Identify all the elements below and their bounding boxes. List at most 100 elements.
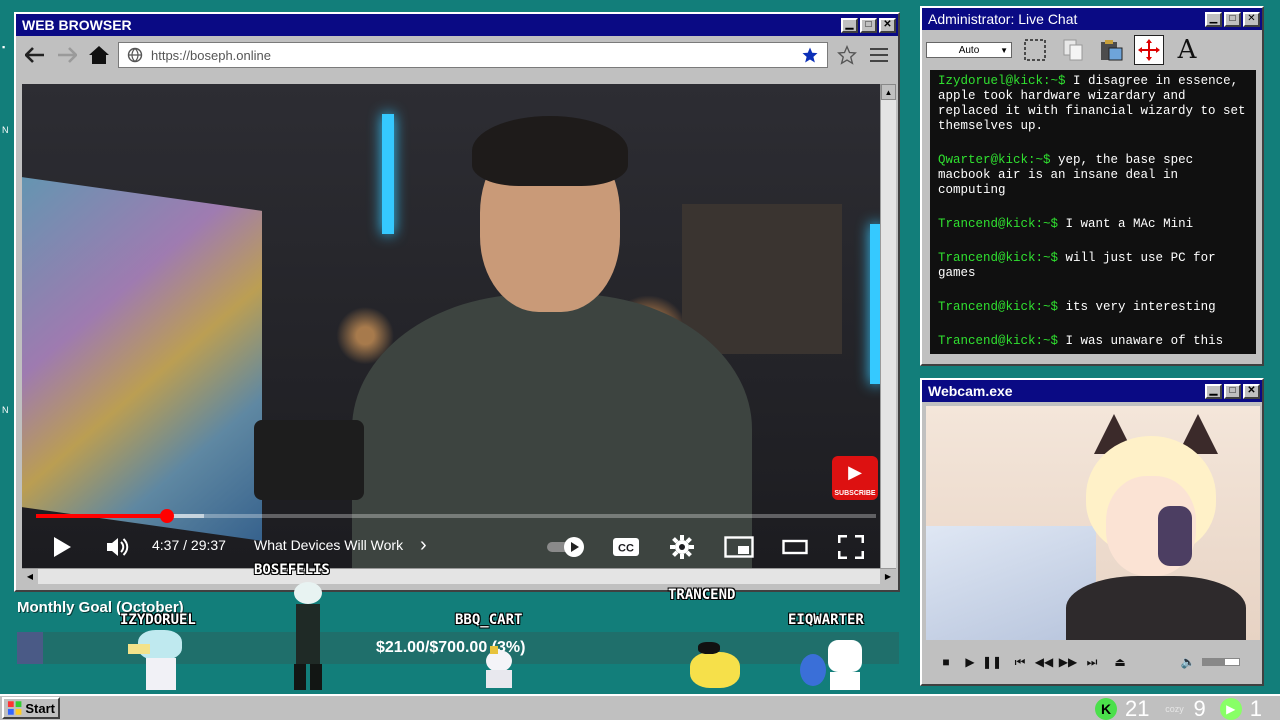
maximize-button[interactable]: □ [1224,383,1241,399]
close-button[interactable]: ✕ [879,17,896,33]
video-player[interactable]: ▶ SUBSCRIBE 4:37 / 29:37 What Devices Wil… [22,84,880,568]
bookmark-button[interactable] [834,42,860,68]
minimize-button[interactable]: ▁ [841,17,858,33]
live-chat-window: Administrator: Live Chat ▁ □ ✕ Auto ▼ A … [920,6,1264,366]
skip-forward-button[interactable]: ⏭ [1082,652,1102,672]
chat-message: Trancend@kick:~$ will just use PC for ga… [938,251,1248,281]
webcam-title: Webcam.exe [928,383,1013,399]
chat-message: Trancend@kick:~$ I was unaware of this [938,334,1248,349]
sprite-name: EIQWARTER [788,612,864,628]
start-button[interactable]: Start [2,697,60,719]
font-button[interactable]: A [1172,35,1202,65]
chat-username[interactable]: Trancend@kick:~$ [938,300,1058,314]
taskbar: Start K 21 cozy 9 ▶ 1 [0,694,1280,720]
copy-button[interactable] [1058,35,1088,65]
chat-username[interactable]: Trancend@kick:~$ [938,334,1058,348]
avatar-body [1066,576,1246,640]
chat-log[interactable]: Izydoruel@kick:~$ I disagree in essence,… [930,70,1256,354]
subscribe-badge[interactable]: ▶ SUBSCRIBE [832,456,878,500]
maximize-button[interactable]: □ [860,17,877,33]
chat-message: Izydoruel@kick:~$ I disagree in essence,… [938,74,1248,134]
browser-titlebar[interactable]: WEB BROWSER ▁ □ ✕ [16,14,898,36]
rewind-button[interactable]: ◀◀ [1034,652,1054,672]
fullscreen-button[interactable] [838,535,864,559]
fast-forward-icon: ▶▶ [1058,655,1078,669]
desktop-icon[interactable]: ▪ [2,42,12,52]
cozy-viewer-count: 9 [1193,696,1206,720]
video-frame [22,84,880,568]
presenter-hair [472,116,628,186]
settings-button[interactable] [670,535,694,559]
chevron-down-icon: ▼ [1000,45,1008,55]
browser-window: WEB BROWSER ▁ □ ✕ https://boseph.online … [14,12,900,592]
maximize-button[interactable]: □ [1224,11,1241,27]
vertical-scrollbar[interactable]: ▲ [880,84,896,568]
desktop-icon[interactable]: N [2,405,12,415]
volume-slider[interactable] [1202,658,1240,666]
theater-mode-button[interactable] [782,539,808,555]
desktop-icon[interactable]: N [2,125,12,135]
close-button[interactable]: ✕ [1243,11,1260,27]
skip-back-icon: ⏮ [1014,654,1026,669]
chat-username[interactable]: Izydoruel@kick:~$ [938,74,1066,88]
stop-button[interactable]: ■ [936,652,956,672]
system-tray: K 21 cozy 9 ▶ 1 [1095,696,1262,720]
svg-text:CC: CC [618,543,634,555]
scroll-left-arrow-icon[interactable]: ◀ [22,569,38,584]
minimize-button[interactable]: ▁ [1205,383,1222,399]
address-bar[interactable] [118,42,828,68]
webcam-feed [926,406,1260,640]
play-button[interactable] [52,536,72,558]
played-bar [36,514,168,518]
scroll-up-arrow-icon[interactable]: ▲ [881,84,896,100]
star-filled-icon[interactable] [801,46,819,64]
captions-icon: CC [613,538,639,556]
globe-icon [127,47,143,63]
chat-text: its very interesting [1065,300,1216,314]
forward-button[interactable] [54,42,80,68]
chat-message: Trancend@kick:~$ I want a MAc Mini [938,217,1248,232]
chapter-title[interactable]: What Devices Will Work [254,537,403,553]
minimize-button[interactable]: ▁ [1205,11,1222,27]
webcam-titlebar[interactable]: Webcam.exe ▁ □ ✕ [922,380,1262,402]
scroll-right-arrow-icon[interactable]: ▶ [880,569,896,584]
volume-button[interactable]: 🔈 [1178,652,1198,672]
eject-button[interactable]: ⏏ [1110,652,1130,672]
play-button[interactable]: ▶ [960,652,980,672]
back-button[interactable] [22,42,48,68]
start-logo-icon [7,701,22,715]
home-icon [89,46,109,64]
mute-button[interactable] [106,536,130,558]
sprite-name: TRANCEND [668,587,736,603]
select-tool-button[interactable] [1020,35,1050,65]
chat-username[interactable]: Trancend@kick:~$ [938,251,1058,265]
progress-scrubber[interactable] [160,509,175,523]
fullscreen-icon [838,535,864,559]
captions-button[interactable]: CC [612,537,640,557]
bbq-cart-sprite [480,646,518,690]
chapter-arrow[interactable]: › [420,534,427,557]
move-tool-button[interactable] [1134,35,1164,65]
pause-button[interactable]: ❚❚ [982,652,1002,672]
miniplayer-icon [724,536,754,558]
menu-button[interactable] [866,42,892,68]
browser-title: WEB BROWSER [22,17,132,33]
home-button[interactable] [86,42,112,68]
volume-icon [107,538,129,556]
url-input[interactable] [151,47,793,63]
sprite-name: BBQ_CART [455,612,523,628]
paste-button[interactable] [1096,35,1126,65]
skip-back-button[interactable]: ⏮ [1010,652,1030,672]
autoplay-toggle[interactable] [546,536,588,558]
close-button[interactable]: ✕ [1243,383,1260,399]
chat-username[interactable]: Trancend@kick:~$ [938,217,1058,231]
miniplayer-button[interactable] [724,536,754,558]
fast-forward-button[interactable]: ▶▶ [1058,652,1078,672]
horizontal-scrollbar[interactable]: ◀ ▶ [22,568,896,584]
video-progress-bar[interactable] [36,509,876,523]
font-size-dropdown[interactable]: Auto ▼ [926,42,1012,58]
chat-username[interactable]: Qwarter@kick:~$ [938,153,1051,167]
background-monitor [22,177,262,541]
cozy-label: cozy [1165,703,1184,714]
chat-titlebar[interactable]: Administrator: Live Chat ▁ □ ✕ [922,8,1262,30]
